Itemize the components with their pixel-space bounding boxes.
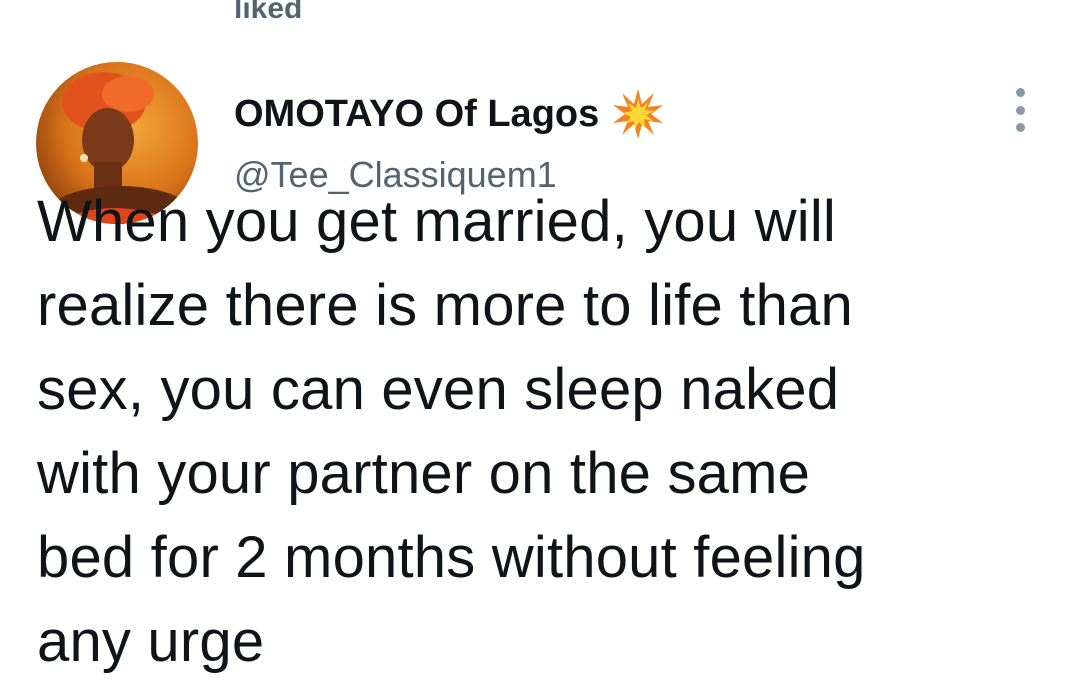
author-name-text: OMOTAYO Of Lagos (234, 93, 600, 135)
tweet-text: When you get married, you will realize t… (37, 189, 866, 674)
collision-emoji-icon (611, 87, 665, 141)
more-options-button[interactable] (1004, 88, 1036, 132)
more-vertical-icon-dot (1015, 123, 1025, 132)
author-name[interactable]: OMOTAYO Of Lagos (234, 87, 665, 141)
social-context-label: liked (234, 0, 303, 25)
more-vertical-icon-dot (1015, 88, 1025, 97)
more-vertical-icon-dot (1015, 105, 1025, 115)
